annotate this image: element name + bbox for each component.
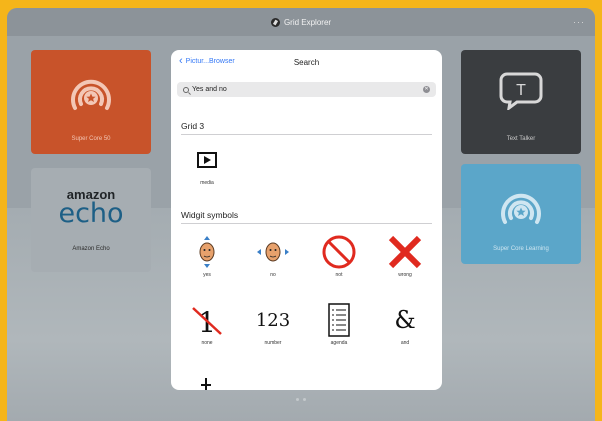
symbol-label: none	[201, 340, 213, 346]
logo-echo-text: echo	[58, 198, 124, 229]
prohibition-icon	[322, 235, 356, 269]
symbol-no[interactable]: no	[243, 234, 303, 278]
section-title-grid-3: Grid 3	[181, 121, 205, 131]
broadcast-star-icon	[501, 193, 541, 224]
agenda-icon	[328, 303, 350, 337]
symbol-none[interactable]: 1 none	[177, 302, 237, 346]
media-play-icon	[197, 152, 217, 168]
chevron-left-icon: ‹	[179, 55, 183, 67]
broadcast-star-icon	[71, 79, 111, 110]
bubble-letter: T	[516, 82, 526, 99]
grid-tile-super-core-learning[interactable]: Super Core Learning	[461, 164, 581, 264]
partial-symbol-icon	[201, 384, 211, 386]
clear-search-icon[interactable]: ✕	[423, 86, 430, 93]
modal-title: Search	[293, 57, 320, 67]
grid-tile-text-talker[interactable]: T Text Talker	[461, 50, 581, 154]
symbol-media[interactable]: media	[177, 142, 237, 186]
search-icon	[183, 86, 189, 93]
search-modal: ‹ Pictur...Browser Search Yes and no ✕ G…	[171, 50, 442, 390]
face-no-icon	[257, 242, 289, 262]
symbol-label: wrong	[398, 272, 412, 278]
modal-header: ‹ Pictur...Browser Search	[171, 50, 442, 74]
tile-label: Text Talker	[506, 136, 536, 142]
section-divider	[181, 134, 432, 135]
symbol-label: not	[335, 272, 343, 278]
back-button[interactable]: ‹ Pictur...Browser	[179, 55, 235, 67]
symbol-number[interactable]: 123 number	[243, 302, 303, 347]
amazon-echo-logo: amazon echo	[31, 188, 151, 227]
symbol-wrong[interactable]: wrong	[375, 234, 435, 278]
back-button-label: Pictur...Browser	[185, 57, 235, 65]
symbol-label: and	[400, 340, 410, 346]
section-divider	[181, 223, 432, 224]
red-cross-icon	[388, 235, 422, 269]
symbol-yes[interactable]: yes	[177, 234, 237, 278]
page-dot	[296, 398, 299, 401]
symbol-and[interactable]: & and	[375, 302, 435, 346]
window-title-text: Grid Explorer	[283, 17, 332, 27]
ampersand-icon: &	[394, 306, 416, 334]
window-title: Grid Explorer	[270, 17, 332, 27]
tile-label: Amazon Echo	[72, 246, 110, 252]
symbol-agenda[interactable]: agenda	[309, 302, 369, 346]
symbol-not[interactable]: not	[309, 234, 369, 278]
search-input[interactable]: Yes and no ✕	[177, 82, 436, 97]
tile-label: Super Core Learning	[493, 246, 549, 252]
title-bar: Grid Explorer ···	[7, 8, 595, 36]
symbol-label: media	[200, 180, 214, 186]
speech-bubble-icon: T	[499, 72, 543, 110]
grid-tile-amazon-echo[interactable]: amazon echo Amazon Echo	[31, 168, 151, 272]
search-input-value: Yes and no	[192, 86, 227, 93]
page-indicator[interactable]	[296, 398, 306, 401]
section-title-widgit-symbols: Widgit symbols	[181, 210, 239, 220]
symbol-label: agenda	[330, 340, 348, 346]
grid-tile-super-core-50[interactable]: Super Core 50	[31, 50, 151, 154]
more-menu-button[interactable]: ···	[573, 17, 585, 27]
tile-label: Super Core 50	[71, 136, 111, 142]
page-dot	[303, 398, 306, 401]
number-icon: 123	[255, 309, 291, 331]
symbol-label: no	[270, 272, 276, 278]
compass-icon	[270, 17, 280, 27]
symbol-label: number	[264, 340, 282, 346]
crossed-one-icon: 1	[192, 306, 222, 338]
face-yes-icon	[199, 236, 215, 268]
symbol-label: yes	[203, 272, 211, 278]
